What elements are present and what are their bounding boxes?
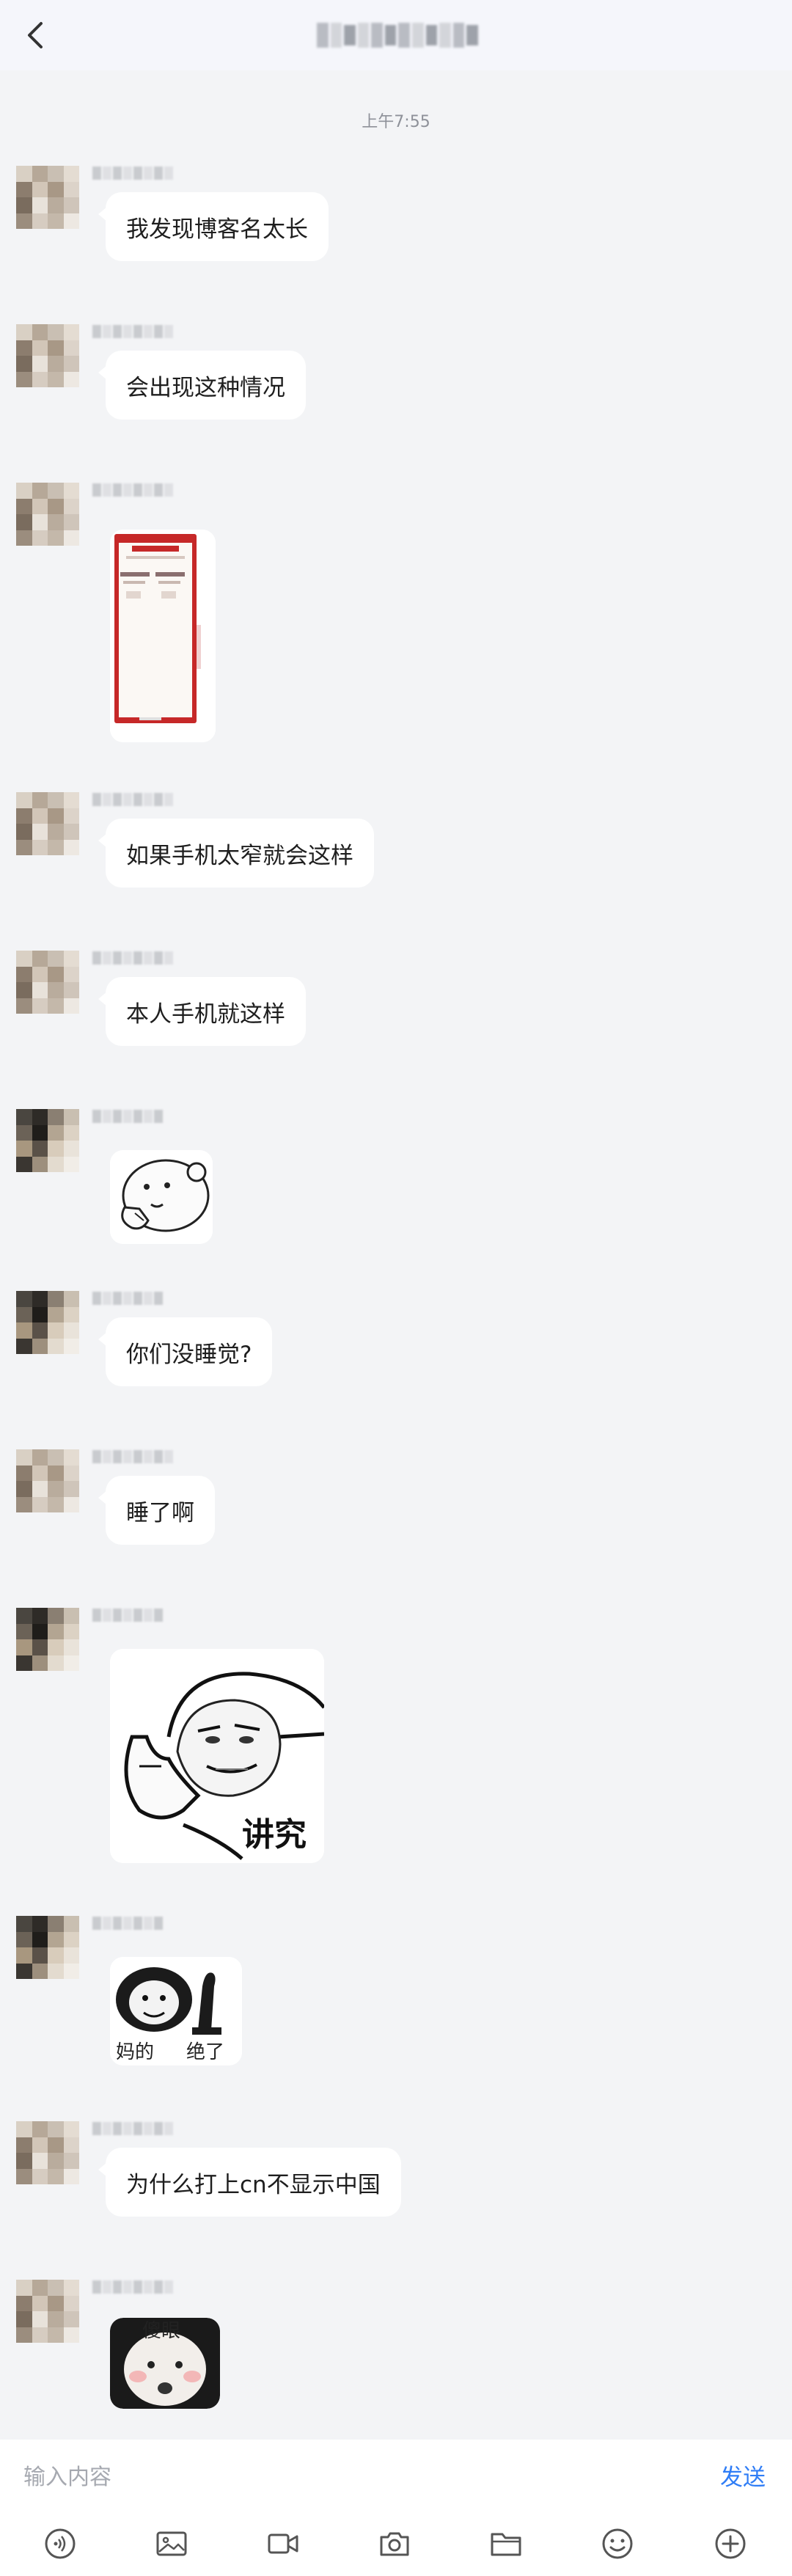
sender-name-redacted bbox=[92, 1448, 173, 1466]
avatar[interactable] bbox=[16, 483, 79, 546]
chat-screen: 上午7:55 我发现博客名太长 会出现这种情况 如果手机太窄就会这样 本人手机就… bbox=[0, 0, 792, 2576]
panda-face-sticker: 妈的 绝了 bbox=[110, 1957, 242, 2065]
sticker-caption: 傻眼 bbox=[142, 2320, 180, 2342]
chevron-left-icon bbox=[28, 22, 43, 48]
sticker-message[interactable]: 妈的 绝了 bbox=[110, 1957, 242, 2065]
plus-icon bbox=[715, 2528, 746, 2559]
image-message[interactable] bbox=[110, 530, 216, 742]
message-bubble[interactable]: 如果手机太窄就会这样 bbox=[98, 819, 374, 888]
avatar[interactable] bbox=[16, 2121, 79, 2184]
emoji-icon bbox=[602, 2528, 633, 2559]
video-icon bbox=[268, 2533, 298, 2554]
message-bubble[interactable]: 为什么打上cn不显示中国 bbox=[98, 2148, 401, 2217]
avatar[interactable] bbox=[16, 1916, 79, 1979]
avatar[interactable] bbox=[16, 1109, 79, 1172]
avatar[interactable] bbox=[16, 1449, 79, 1512]
voice-button[interactable] bbox=[38, 2522, 82, 2566]
avatar[interactable] bbox=[16, 2280, 79, 2343]
sender-name-redacted bbox=[92, 2120, 173, 2137]
more-button[interactable] bbox=[708, 2522, 752, 2566]
message-bubble[interactable]: 我发现博客名太长 bbox=[98, 192, 329, 261]
avatar[interactable] bbox=[16, 166, 79, 229]
folder-icon bbox=[491, 2533, 521, 2556]
message-timestamp: 上午7:55 bbox=[362, 113, 430, 131]
sticker-message[interactable]: 傻眼 bbox=[110, 2318, 220, 2409]
image-icon bbox=[156, 2531, 187, 2556]
voice-icon bbox=[45, 2528, 76, 2559]
camera-icon bbox=[380, 2532, 409, 2556]
camera-button[interactable] bbox=[373, 2522, 417, 2566]
sender-name-redacted bbox=[92, 481, 173, 499]
sender-name-redacted bbox=[92, 164, 173, 182]
emoji-button[interactable] bbox=[595, 2522, 639, 2566]
sticker-caption-right: 绝了 bbox=[186, 2041, 224, 2063]
sticker-caption: 讲究 bbox=[242, 1816, 307, 1854]
thinking-face-sticker bbox=[110, 1150, 213, 1244]
message-bubble[interactable]: 会出现这种情况 bbox=[98, 351, 306, 420]
sender-name-redacted bbox=[92, 1108, 163, 1125]
thumbs-up-face-sticker: 讲究 bbox=[110, 1649, 324, 1863]
sender-name-redacted bbox=[92, 323, 173, 340]
video-button[interactable] bbox=[261, 2522, 305, 2566]
input-toolbar bbox=[0, 2513, 792, 2576]
sender-name-redacted bbox=[92, 1289, 163, 1307]
sticker-message[interactable]: 讲究 bbox=[110, 1649, 324, 1863]
avatar[interactable] bbox=[16, 1608, 79, 1671]
shocked-face-sticker: 傻眼 bbox=[110, 2318, 220, 2409]
sender-name-redacted bbox=[92, 1606, 163, 1624]
message-bubble[interactable]: 本人手机就这样 bbox=[98, 977, 306, 1046]
sticker-message[interactable] bbox=[110, 1150, 213, 1244]
message-input[interactable] bbox=[22, 2440, 685, 2514]
avatar[interactable] bbox=[16, 1291, 79, 1354]
avatar[interactable] bbox=[16, 951, 79, 1014]
sender-name-redacted bbox=[92, 1914, 163, 1932]
chat-title-redacted bbox=[317, 21, 478, 50]
sender-name-redacted bbox=[92, 791, 173, 808]
sender-name-redacted bbox=[92, 2278, 173, 2296]
sticker-caption-left: 妈的 bbox=[116, 2041, 154, 2063]
message-bubble[interactable]: 睡了啊 bbox=[98, 1476, 215, 1545]
input-bar: 发送 bbox=[0, 2440, 792, 2514]
chat-header bbox=[0, 0, 792, 70]
image-button[interactable] bbox=[150, 2522, 194, 2566]
back-button[interactable] bbox=[15, 15, 56, 56]
send-button[interactable]: 发送 bbox=[720, 2459, 766, 2492]
folder-button[interactable] bbox=[484, 2522, 528, 2566]
sender-name-redacted bbox=[92, 949, 173, 967]
phone-screenshot-image bbox=[110, 530, 216, 742]
avatar[interactable] bbox=[16, 792, 79, 855]
message-bubble[interactable]: 你们没睡觉? bbox=[98, 1317, 273, 1386]
avatar[interactable] bbox=[16, 324, 79, 387]
